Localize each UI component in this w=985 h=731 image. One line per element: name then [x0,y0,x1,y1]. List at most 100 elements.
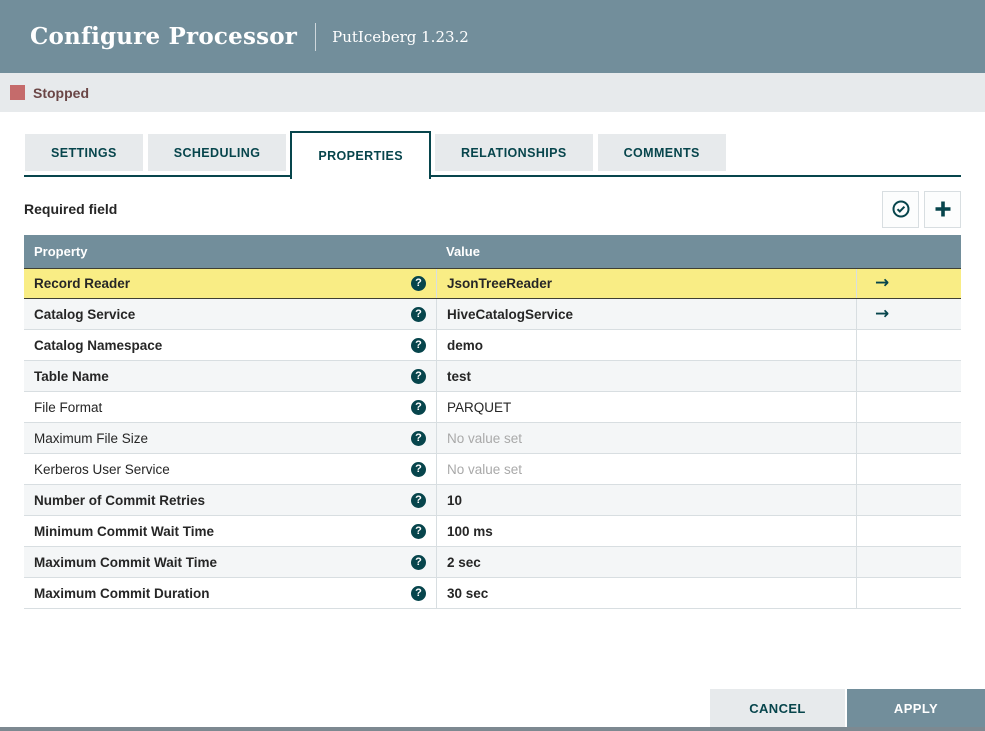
dialog-footer: CANCEL APPLY [710,689,985,727]
goto-cell [856,516,961,546]
property-row[interactable]: Record Reader? JsonTreeReader → [24,268,961,299]
verify-properties-button[interactable] [882,190,919,228]
property-row[interactable]: Maximum Commit Duration? 30 sec [24,578,961,609]
property-cell: Maximum File Size? [24,423,436,453]
help-question-icon[interactable]: ? [411,492,426,508]
help-question-icon[interactable]: ? [411,399,426,415]
property-row[interactable]: Minimum Commit Wait Time? 100 ms [24,516,961,547]
add-property-button[interactable] [924,190,961,228]
property-label: Maximum File Size [34,430,149,446]
help-question-icon[interactable]: ? [411,461,426,477]
help-question-icon[interactable]: ? [411,306,426,322]
value-text: HiveCatalogService [447,306,574,322]
value-cell[interactable]: No value set [436,454,856,484]
property-cell: Kerberos User Service? [24,454,436,484]
help-question-icon[interactable]: ? [411,554,426,570]
help-question-icon[interactable]: ? [411,276,426,291]
help-question-icon[interactable]: ? [411,585,426,601]
help-question-icon[interactable]: ? [411,430,426,446]
value-cell[interactable]: JsonTreeReader [436,269,856,298]
property-label: Minimum Commit Wait Time [34,523,215,539]
property-cell: File Format? [24,392,436,422]
property-label: File Format [34,399,103,415]
status-label: Stopped [33,84,89,101]
goto-service-arrow-icon[interactable]: → [875,275,889,292]
value-text: demo [447,337,484,353]
property-label: Catalog Service [34,306,136,322]
property-cell: Minimum Commit Wait Time? [24,516,436,546]
value-unset-text: No value set [447,461,523,477]
tab-comments[interactable]: COMMENTS [596,133,727,172]
value-cell[interactable]: HiveCatalogService [436,299,856,329]
value-cell[interactable]: No value set [436,423,856,453]
dialog-bottom-edge [0,727,985,731]
stopped-status-icon [10,85,25,100]
column-header-property: Property [34,244,88,259]
value-cell[interactable]: PARQUET [436,392,856,422]
goto-cell [856,578,961,608]
property-cell: Catalog Service? [24,299,436,329]
goto-cell [856,361,961,391]
property-label: Catalog Namespace [34,337,163,353]
help-question-icon[interactable]: ? [411,368,426,384]
value-cell[interactable]: 100 ms [436,516,856,546]
value-cell[interactable]: 10 [436,485,856,515]
check-circle-icon [891,199,911,219]
goto-cell [856,454,961,484]
value-cell[interactable]: 2 sec [436,547,856,577]
property-label: Record Reader [34,276,131,291]
goto-cell [856,392,961,422]
toolbar-buttons [882,190,961,228]
property-cell: Catalog Namespace? [24,330,436,360]
property-row[interactable]: Catalog Namespace? demo [24,330,961,361]
tab-properties[interactable]: PROPERTIES [290,131,431,179]
plus-icon [933,199,953,219]
property-row[interactable]: Maximum File Size? No value set [24,423,961,454]
value-cell[interactable]: test [436,361,856,391]
goto-cell: → [856,269,961,298]
property-label: Maximum Commit Wait Time [34,554,218,570]
dialog-title: Configure Processor [30,23,298,50]
help-question-icon[interactable]: ? [411,337,426,353]
status-bar: Stopped [0,73,985,112]
goto-cell: → [856,299,961,329]
properties-table: Property Value Record Reader? JsonTreeRea… [24,235,961,609]
value-text: 2 sec [447,554,481,570]
goto-cell [856,423,961,453]
tab-scheduling[interactable]: SCHEDULING [146,133,288,172]
properties-toolbar: Required field [24,189,961,229]
value-unset-text: No value set [447,430,523,446]
property-label: Table Name [34,368,109,384]
value-text: JsonTreeReader [447,276,553,291]
property-row[interactable]: File Format? PARQUET [24,392,961,423]
tab-settings[interactable]: SETTINGS [24,133,144,172]
value-text: 10 [447,492,463,508]
goto-cell [856,547,961,577]
property-row[interactable]: Maximum Commit Wait Time? 2 sec [24,547,961,578]
value-cell[interactable]: 30 sec [436,578,856,608]
cancel-button[interactable]: CANCEL [710,689,845,727]
help-question-icon[interactable]: ? [411,523,426,539]
goto-cell [856,330,961,360]
property-cell: Number of Commit Retries? [24,485,436,515]
property-row[interactable]: Kerberos User Service? No value set [24,454,961,485]
goto-service-arrow-icon[interactable]: → [875,305,889,323]
column-header-value: Value [446,244,480,259]
property-cell: Maximum Commit Duration? [24,578,436,608]
property-row[interactable]: Number of Commit Retries? 10 [24,485,961,516]
value-cell[interactable]: demo [436,330,856,360]
apply-button[interactable]: APPLY [847,689,985,727]
property-row[interactable]: Catalog Service? HiveCatalogService → [24,299,961,330]
value-text: PARQUET [447,399,512,415]
property-label: Kerberos User Service [34,461,170,477]
property-cell: Maximum Commit Wait Time? [24,547,436,577]
property-cell: Record Reader? [24,269,436,298]
table-body: Record Reader? JsonTreeReader → Catalog Ser… [24,268,961,609]
value-text: 100 ms [447,523,493,539]
property-cell: Table Name? [24,361,436,391]
tab-relationships[interactable]: RELATIONSHIPS [433,133,594,172]
value-text: test [447,368,472,384]
property-row[interactable]: Table Name? test [24,361,961,392]
table-header-row: Property Value [24,235,961,268]
tab-bar: SETTINGS SCHEDULING PROPERTIES RELATIONSHIP… [24,131,961,179]
